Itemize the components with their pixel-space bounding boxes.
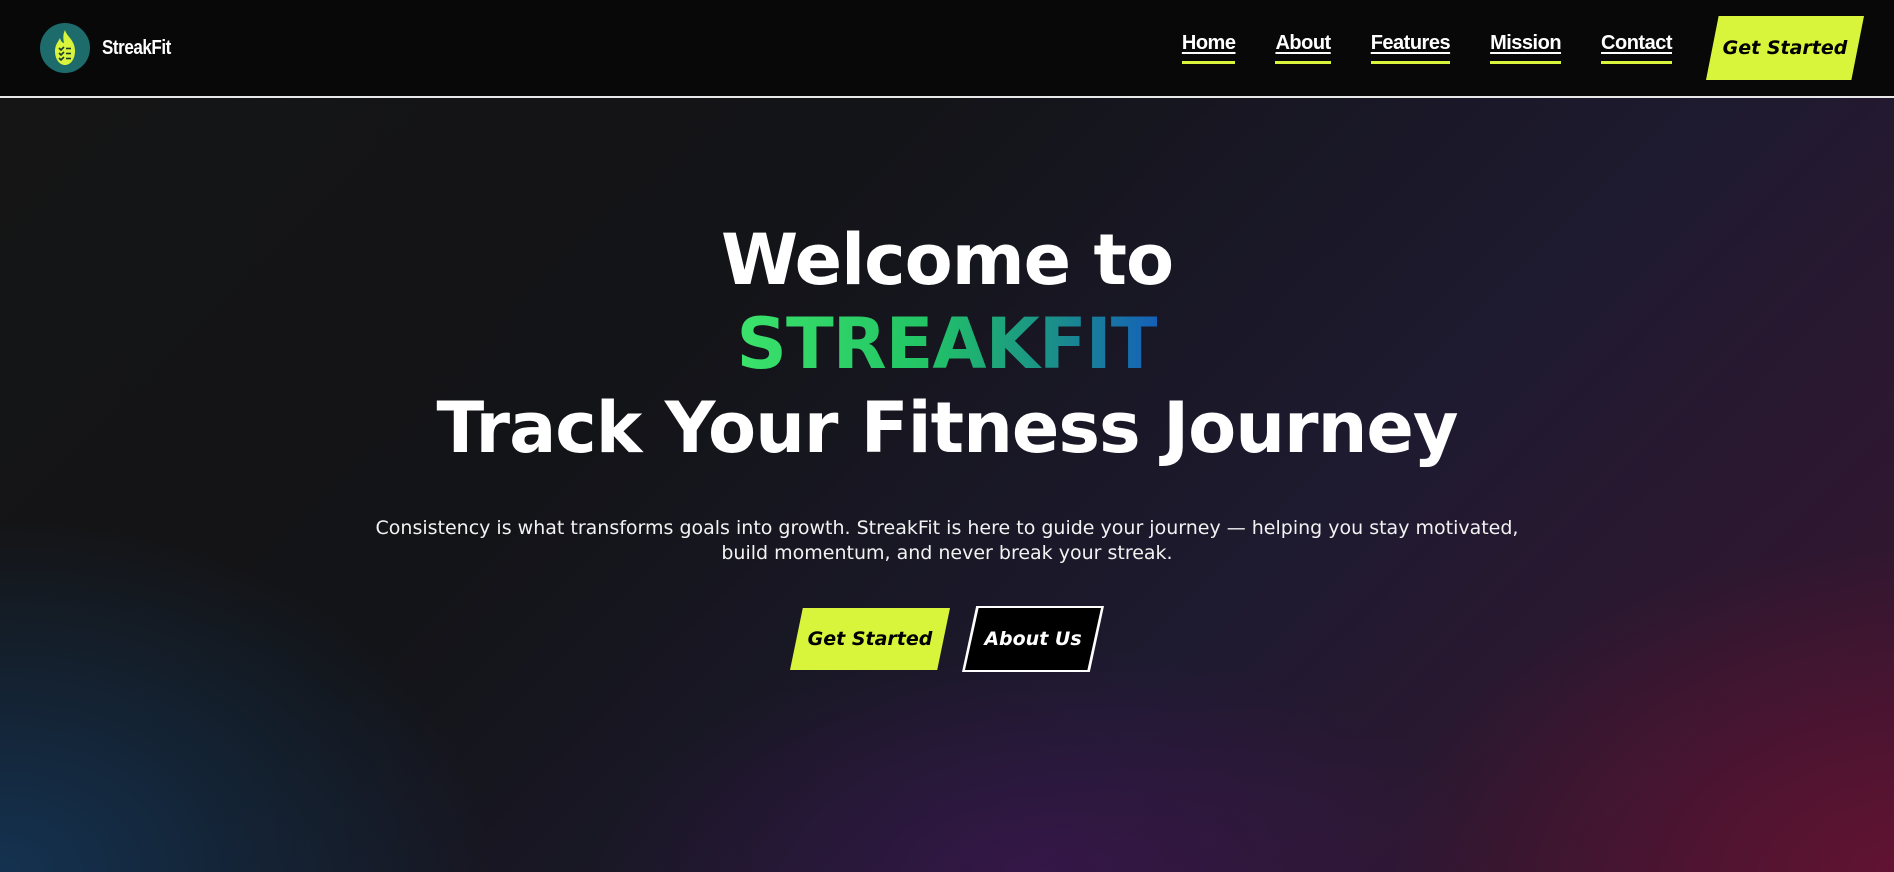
hero-tagline: Track Your Fitness Journey bbox=[436, 387, 1458, 469]
hero-buttons: Get Started About Us bbox=[790, 606, 1104, 672]
hero-get-started-button[interactable]: Get Started bbox=[790, 608, 950, 670]
hero-brand-line: STREAKFIT bbox=[436, 302, 1457, 386]
brand-link[interactable]: StreakFit bbox=[40, 23, 183, 73]
nav-link-mission[interactable]: Mission bbox=[1490, 32, 1562, 64]
nav-link-home[interactable]: Home bbox=[1181, 32, 1236, 64]
nav-link-contact[interactable]: Contact bbox=[1601, 32, 1672, 64]
nav-right: Home About Features Mission Contact Get … bbox=[1181, 16, 1864, 80]
hero-brand-text: STREAKFIT bbox=[736, 303, 1159, 385]
hero-about-us-button[interactable]: About Us bbox=[962, 606, 1104, 672]
hero-about-us-label: About Us bbox=[965, 608, 1101, 670]
nav-link-about[interactable]: About bbox=[1275, 32, 1331, 64]
hero-welcome-line: Welcome to bbox=[720, 219, 1174, 301]
top-navbar: StreakFit Home About Features Mission Co… bbox=[0, 0, 1894, 98]
hero-title: Welcome to STREAKFIT Track Your Fitness … bbox=[436, 218, 1458, 470]
hero-description: Consistency is what transforms goals int… bbox=[375, 517, 1519, 564]
nav-get-started-button[interactable]: Get Started bbox=[1706, 16, 1864, 80]
brand-name: StreakFit bbox=[102, 36, 171, 59]
flame-checklist-icon bbox=[40, 23, 90, 73]
nav-link-features[interactable]: Features bbox=[1370, 32, 1451, 64]
hero-section: Welcome to STREAKFIT Track Your Fitness … bbox=[0, 98, 1894, 872]
nav-links: Home About Features Mission Contact bbox=[1181, 32, 1672, 64]
